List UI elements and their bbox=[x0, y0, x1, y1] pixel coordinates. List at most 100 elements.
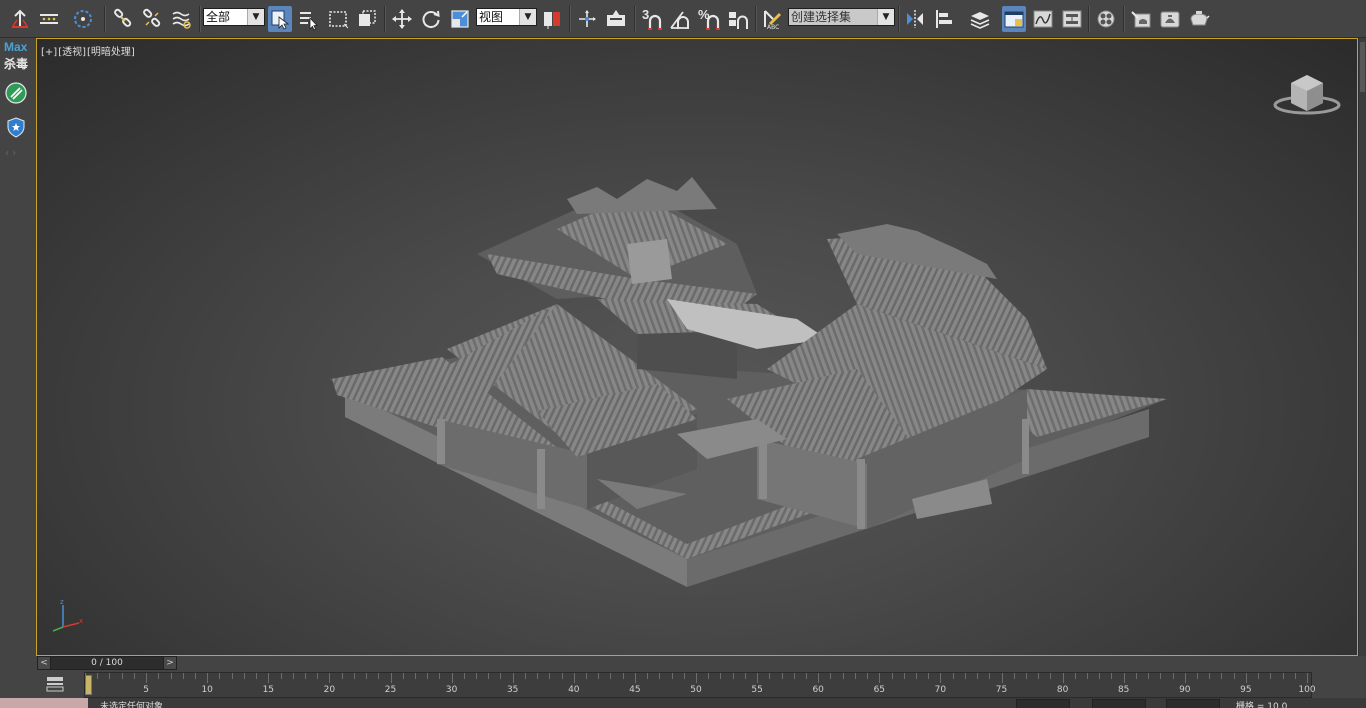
rendered-frame-window-icon[interactable] bbox=[1158, 6, 1182, 32]
timeline-tick bbox=[732, 673, 734, 679]
timeline-tick bbox=[207, 673, 209, 683]
timeline-tick bbox=[1233, 673, 1235, 679]
timeline-tick bbox=[561, 673, 563, 679]
workspace-icon[interactable] bbox=[71, 6, 95, 32]
selection-filter-value: 全部 bbox=[206, 10, 231, 24]
next-frame-button[interactable]: > bbox=[163, 657, 176, 669]
timeline-ruler[interactable]: 5 10 15 20 25 30 35 40 45 50 55 60 65 70 75 80 85 90 95 100 bbox=[84, 672, 1316, 698]
material-editor-icon[interactable] bbox=[1094, 6, 1118, 32]
rotate-icon[interactable] bbox=[419, 6, 443, 32]
keyboard-shortcut-override-icon[interactable] bbox=[604, 6, 628, 32]
time-slider-value[interactable]: 0 / 100 bbox=[51, 657, 163, 669]
bind-space-warp-icon[interactable] bbox=[170, 6, 194, 32]
timeline-tick bbox=[720, 673, 722, 679]
align-icon[interactable] bbox=[37, 6, 61, 32]
angle-snap-icon[interactable] bbox=[668, 6, 692, 32]
timeline-tick bbox=[182, 673, 184, 679]
timeline-tick bbox=[964, 673, 966, 679]
scale-icon[interactable] bbox=[448, 6, 472, 32]
named-selection-set-dropdown[interactable]: 创建选择集 ▼ bbox=[788, 8, 895, 26]
undo-icon[interactable] bbox=[8, 6, 32, 32]
timeline-label: 45 bbox=[629, 685, 641, 695]
timeline-label: 20 bbox=[323, 685, 336, 695]
timeline-tick bbox=[769, 673, 771, 679]
timeline-tick bbox=[598, 673, 600, 679]
right-scrollbar[interactable] bbox=[1358, 38, 1366, 656]
timeline-tick bbox=[793, 673, 795, 679]
timeline-tick bbox=[952, 673, 954, 679]
timeline-tick bbox=[659, 673, 661, 679]
timeline-tick bbox=[476, 673, 478, 679]
timeline-tick bbox=[915, 673, 917, 679]
selection-filter-dropdown[interactable]: 全部 ▼ bbox=[203, 8, 265, 26]
playhead[interactable] bbox=[85, 675, 92, 695]
select-by-name-icon[interactable] bbox=[297, 6, 321, 32]
x-coord-field[interactable] bbox=[1016, 699, 1070, 708]
maxscript-listener[interactable] bbox=[0, 698, 88, 708]
perspective-viewport[interactable]: [+][透视][明暗处理] z x bbox=[36, 38, 1358, 656]
timeline-label: 75 bbox=[995, 685, 1008, 695]
chevron-down-icon: ▼ bbox=[877, 9, 894, 25]
timeline-tick bbox=[1209, 673, 1211, 679]
timeline-tick bbox=[1038, 673, 1040, 679]
timeline-tick bbox=[219, 673, 221, 679]
timeline-tick bbox=[85, 673, 86, 683]
timeline-tick bbox=[121, 673, 123, 679]
window-crossing-icon[interactable] bbox=[355, 6, 379, 32]
align-objects-icon[interactable] bbox=[932, 6, 956, 32]
y-coord-field[interactable] bbox=[1092, 699, 1146, 708]
timeline-tick bbox=[231, 673, 233, 679]
timeline-tick bbox=[1160, 673, 1162, 679]
snap-3d-label: 3 bbox=[642, 7, 650, 22]
mini-curve-editor-icon[interactable] bbox=[46, 676, 64, 692]
unlink-icon[interactable] bbox=[140, 6, 164, 32]
curve-editor-icon[interactable] bbox=[1031, 6, 1055, 32]
timeline-tick bbox=[586, 673, 588, 679]
timeline-tick bbox=[549, 673, 551, 679]
prev-frame-button[interactable]: < bbox=[38, 657, 51, 669]
scan-icon[interactable] bbox=[5, 82, 27, 104]
timeline-tick bbox=[304, 673, 306, 679]
svg-text:x: x bbox=[79, 617, 83, 625]
timeline-tick bbox=[500, 673, 502, 679]
render-setup-icon[interactable] bbox=[1129, 6, 1153, 32]
percent-snap-icon[interactable]: % bbox=[697, 6, 721, 32]
time-slider[interactable]: < 0 / 100 > bbox=[37, 656, 177, 670]
svg-text:z: z bbox=[60, 598, 64, 606]
timeline-tick bbox=[414, 673, 416, 679]
timeline-tick bbox=[133, 673, 135, 679]
shield-icon[interactable] bbox=[5, 116, 27, 138]
temple-model[interactable] bbox=[37, 39, 1358, 656]
spinner-snap-icon[interactable] bbox=[726, 6, 750, 32]
timeline-tick bbox=[451, 673, 453, 683]
pivot-center-icon[interactable] bbox=[540, 6, 564, 32]
timeline-tick bbox=[867, 673, 869, 679]
select-manipulate-icon[interactable] bbox=[575, 6, 599, 32]
timeline-tick bbox=[1135, 673, 1137, 679]
render-production-icon[interactable] bbox=[1187, 6, 1211, 32]
layer-explorer-icon[interactable] bbox=[968, 6, 992, 32]
reference-coord-value: 视图 bbox=[479, 10, 504, 24]
timeline-label: 10 bbox=[201, 685, 213, 695]
timeline-tick bbox=[317, 673, 319, 679]
select-object-icon[interactable] bbox=[268, 6, 292, 32]
scene-explorer-icon[interactable] bbox=[1002, 6, 1026, 32]
z-coord-field[interactable] bbox=[1166, 699, 1220, 708]
timeline-label: 90 bbox=[1179, 685, 1191, 695]
timeline-tick bbox=[194, 673, 196, 679]
rectangular-selection-icon[interactable] bbox=[326, 6, 350, 32]
snaps-toggle-icon[interactable]: 3 bbox=[639, 6, 663, 32]
link-icon[interactable] bbox=[111, 6, 135, 32]
mirror-icon[interactable] bbox=[903, 6, 927, 32]
panel-arrows-icon[interactable]: ‹ › bbox=[5, 148, 16, 159]
status-bar: 未选定任何对象 栅格 = 10.0 bbox=[0, 698, 1366, 708]
schematic-view-icon[interactable] bbox=[1060, 6, 1084, 32]
move-icon[interactable] bbox=[390, 6, 414, 32]
timeline-tick bbox=[1087, 673, 1089, 679]
reference-coord-dropdown[interactable]: 视图 ▼ bbox=[476, 8, 537, 26]
timeline-tick bbox=[463, 673, 465, 679]
edit-named-selection-icon[interactable]: ABC bbox=[760, 6, 784, 32]
timeline-tick bbox=[1111, 673, 1113, 679]
timeline-tick bbox=[280, 673, 282, 679]
timeline-tick bbox=[158, 673, 160, 679]
